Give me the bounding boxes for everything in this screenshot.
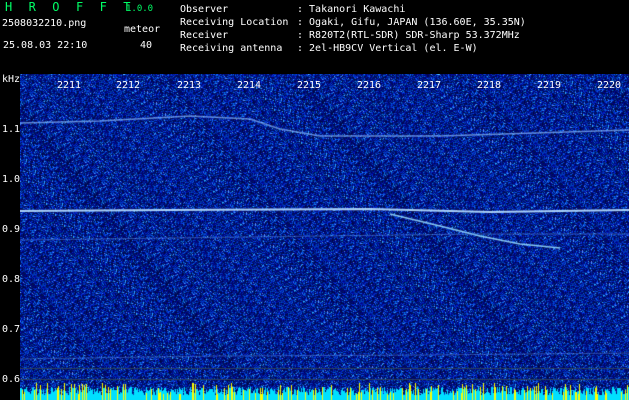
y-tick-label: 0.7 xyxy=(2,324,21,335)
meteor-count: 40 xyxy=(140,40,153,51)
datetime: 25.08.03 22:10 xyxy=(3,40,88,51)
x-tick-label: 2217 xyxy=(416,80,442,91)
info-value: : 2el-HB9CV Vertical (el. E-W) xyxy=(297,43,478,54)
info-key: Receiving Location xyxy=(180,17,289,28)
info-value: : Ogaki, Gifu, JAPAN (136.60E, 35.35N) xyxy=(297,17,526,28)
y-tick-label: 0.8 xyxy=(2,274,21,285)
info-key: Receiving antenna xyxy=(180,43,283,54)
x-tick-label: 2215 xyxy=(296,80,322,91)
y-axis-unit: kHz xyxy=(2,74,21,85)
y-tick-label: 1.1 xyxy=(2,124,21,135)
x-tick-label: 2220 xyxy=(596,80,622,91)
x-tick-label: 2216 xyxy=(356,80,382,91)
info-key: Observer xyxy=(180,4,229,15)
info-value: : Takanori Kawachi xyxy=(297,4,406,15)
info-receiver: Receiver : R820T2(RTL-SDR) SDR-Sharp 53.3… xyxy=(180,29,520,42)
info-observer: Observer : Takanori Kawachi xyxy=(180,3,405,16)
x-tick-label: 2219 xyxy=(536,80,562,91)
info-value: : R820T2(RTL-SDR) SDR-Sharp 53.372MHz xyxy=(297,30,520,41)
meteor-label: meteor xyxy=(124,24,161,35)
x-tick-label: 2218 xyxy=(476,80,502,91)
y-tick-label: 0.9 xyxy=(2,224,21,235)
app-title: H R O F F T xyxy=(5,0,136,14)
y-tick-label: 0.6 xyxy=(2,374,21,385)
x-tick-label: 2213 xyxy=(176,80,202,91)
spectrogram xyxy=(20,74,629,400)
y-tick-label: 1.0 xyxy=(2,174,21,185)
x-tick-label: 2211 xyxy=(56,80,82,91)
x-tick-label: 2212 xyxy=(115,80,141,91)
info-key: Receiver xyxy=(180,30,229,41)
file-name: 2508032210.png xyxy=(2,18,87,29)
x-tick-label: 2214 xyxy=(236,80,262,91)
info-antenna: Receiving antenna : 2el-HB9CV Vertical (e… xyxy=(180,42,478,55)
app-version: 1.0.0 xyxy=(126,4,154,14)
info-location: Receiving Location : Ogaki, Gifu, JAPAN (… xyxy=(180,16,526,29)
